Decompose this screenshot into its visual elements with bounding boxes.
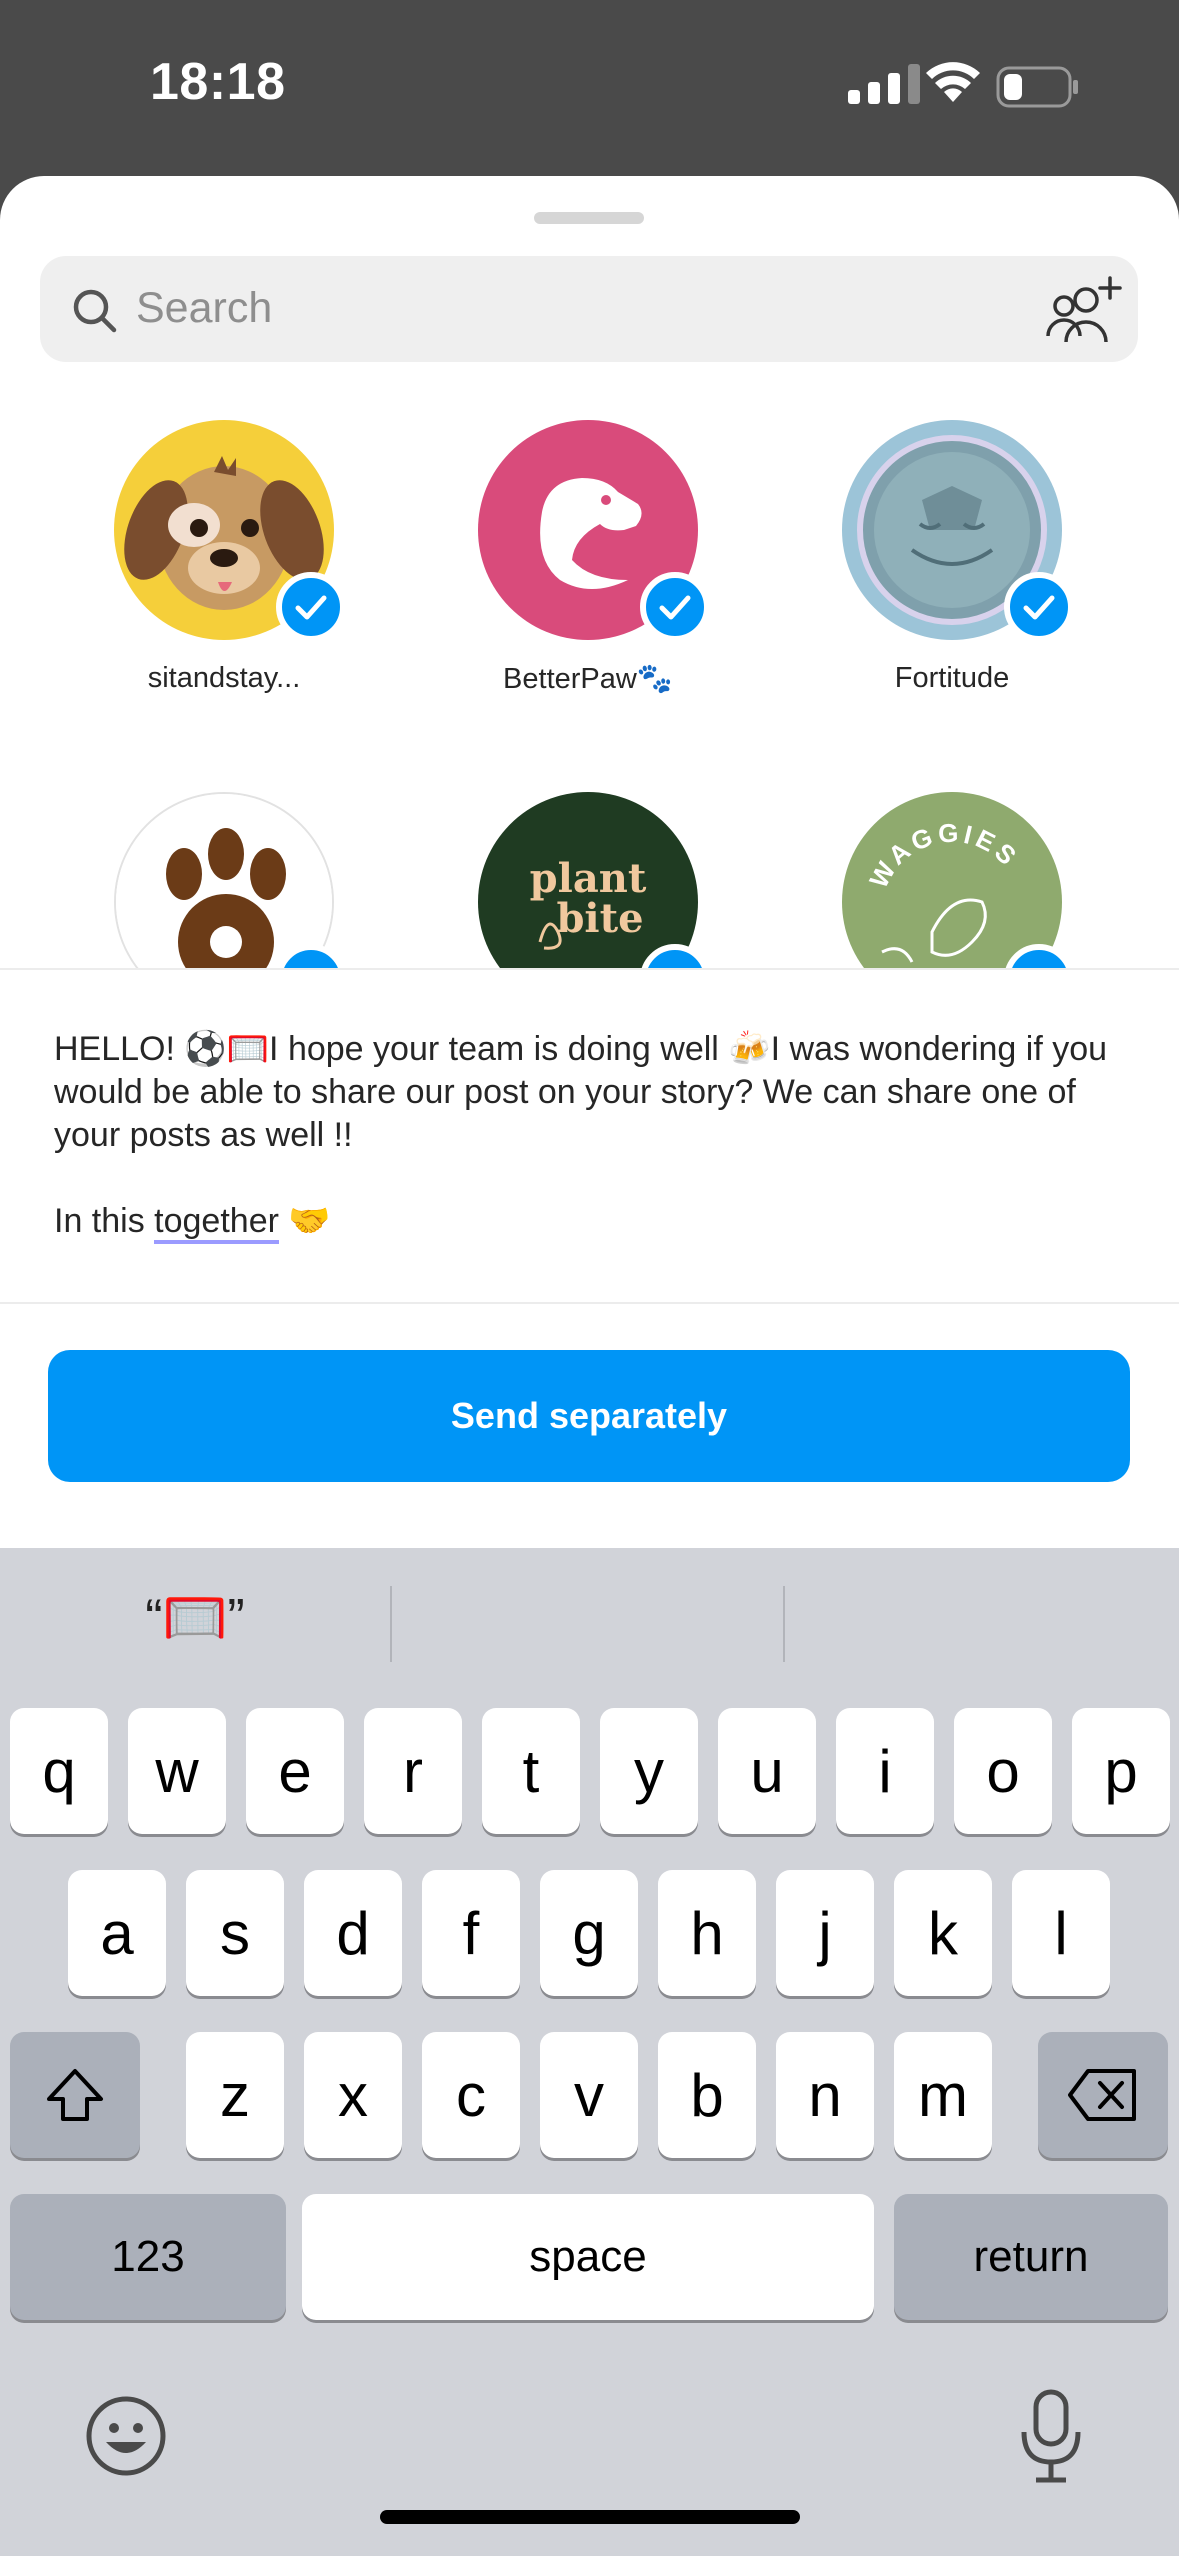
- search-input[interactable]: Search: [136, 284, 272, 333]
- suggestion-1[interactable]: “🥅”: [0, 1582, 390, 1652]
- send-separately-button[interactable]: Send separately: [48, 1350, 1130, 1482]
- key-y[interactable]: y: [600, 1708, 698, 1834]
- key-e[interactable]: e: [246, 1708, 344, 1834]
- space-key[interactable]: space: [302, 2194, 874, 2320]
- contact-name: BetterPaw🐾: [503, 663, 673, 695]
- key-w[interactable]: w: [128, 1708, 226, 1834]
- key-q[interactable]: q: [10, 1708, 108, 1834]
- key-r[interactable]: r: [364, 1708, 462, 1834]
- key-x[interactable]: x: [304, 2032, 402, 2158]
- suggestion-3[interactable]: [785, 1582, 1175, 1652]
- key-z[interactable]: z: [186, 2032, 284, 2158]
- wifi-icon: [926, 62, 980, 102]
- key-s[interactable]: s: [186, 1870, 284, 1996]
- key-p[interactable]: p: [1072, 1708, 1170, 1834]
- contact-name: sitandstay...: [147, 662, 301, 694]
- key-f[interactable]: f: [422, 1870, 520, 1996]
- shift-key[interactable]: [10, 2032, 140, 2158]
- key-b[interactable]: b: [658, 2032, 756, 2158]
- autocorrect-word[interactable]: together: [154, 1202, 279, 1244]
- key-d[interactable]: d: [304, 1870, 402, 1996]
- return-key[interactable]: return: [894, 2194, 1168, 2320]
- selected-check-icon: [640, 572, 710, 642]
- search-bar[interactable]: Search: [40, 256, 1138, 362]
- selected-check-icon: [276, 572, 346, 642]
- divider: [0, 968, 1179, 970]
- share-sheet: Search sitandstay... BetterPaw🐾 Fortitud…: [0, 176, 1179, 1556]
- shift-icon: [47, 2069, 103, 2121]
- key-j[interactable]: j: [776, 1870, 874, 1996]
- contact-name: Fortitude: [894, 662, 1010, 694]
- key-k[interactable]: k: [894, 1870, 992, 1996]
- suggestion-2[interactable]: [392, 1582, 782, 1652]
- key-l[interactable]: l: [1012, 1870, 1110, 1996]
- message-line2: In this together 🤝: [54, 1200, 1134, 1244]
- status-time: 18:18: [150, 53, 286, 111]
- sheet-grabber[interactable]: [534, 212, 644, 224]
- svg-text:bite: bite: [556, 895, 643, 942]
- backspace-icon: [1068, 2069, 1136, 2121]
- numbers-key[interactable]: 123: [10, 2194, 286, 2320]
- home-indicator: [380, 2510, 800, 2524]
- divider: [0, 1302, 1179, 1304]
- contact-betterpaw[interactable]: BetterPaw🐾: [458, 420, 718, 696]
- key-n[interactable]: n: [776, 2032, 874, 2158]
- selected-check-icon: [1004, 572, 1074, 642]
- key-a[interactable]: a: [68, 1870, 166, 1996]
- key-h[interactable]: h: [658, 1870, 756, 1996]
- battery-icon: [996, 66, 1078, 108]
- key-c[interactable]: c: [422, 2032, 520, 2158]
- add-people-icon[interactable]: [1044, 270, 1124, 350]
- contact-fortitude[interactable]: Fortitude: [822, 420, 1082, 695]
- keyboard: “🥅” 123 space return qwertyuiop asdfghjkl…: [0, 1548, 1179, 2556]
- key-t[interactable]: t: [482, 1708, 580, 1834]
- key-i[interactable]: i: [836, 1708, 934, 1834]
- delete-key[interactable]: [1038, 2032, 1168, 2158]
- microphone-icon[interactable]: [1016, 2388, 1086, 2484]
- contact-sitandstay[interactable]: sitandstay...: [94, 420, 354, 695]
- key-m[interactable]: m: [894, 2032, 992, 2158]
- search-icon: [73, 289, 117, 333]
- emoji-icon[interactable]: [84, 2394, 168, 2478]
- cellular-signal-icon: [848, 64, 920, 104]
- message-text: HELLO! ⚽🥅I hope your team is doing well …: [54, 1030, 1108, 1154]
- key-v[interactable]: v: [540, 2032, 638, 2158]
- key-u[interactable]: u: [718, 1708, 816, 1834]
- message-input[interactable]: HELLO! ⚽🥅I hope your team is doing well …: [54, 1028, 1134, 1244]
- key-g[interactable]: g: [540, 1870, 638, 1996]
- key-o[interactable]: o: [954, 1708, 1052, 1834]
